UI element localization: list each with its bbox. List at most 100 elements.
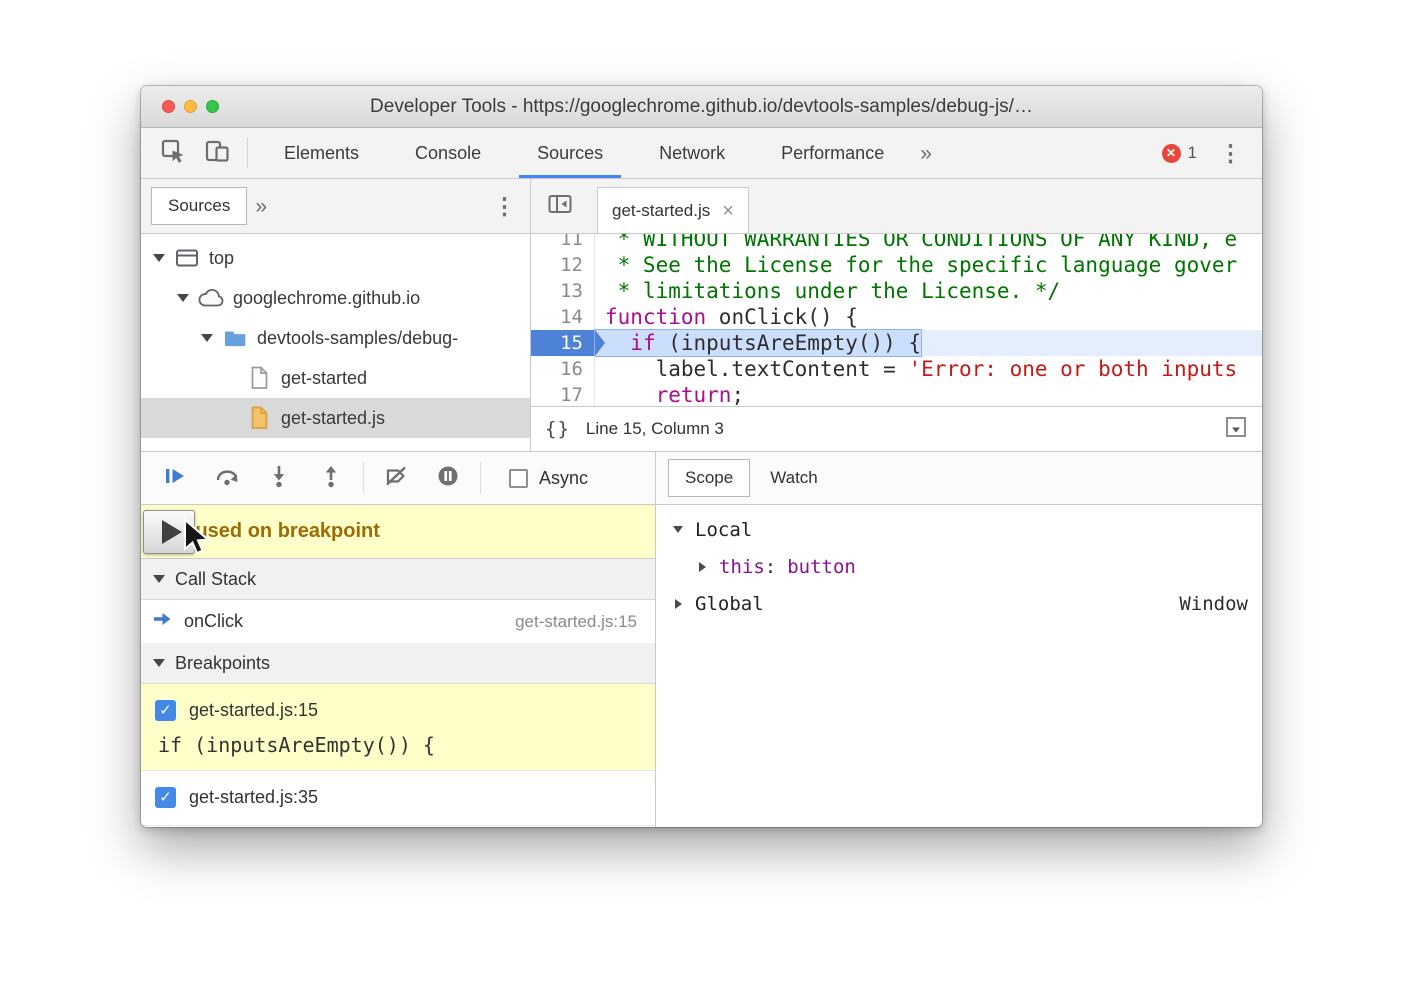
disclosure-triangle[interactable] [175,294,190,302]
line-number-15[interactable]: 15 [531,330,595,356]
step-out-icon [320,464,342,493]
resume-button[interactable] [149,456,201,500]
code-editor[interactable]: 11 * WITHOUT WARRANTIES OR CONDITIONS OF… [531,234,1262,406]
code-text[interactable]: * limitations under the License. */ [595,278,1060,304]
tab-elements[interactable]: Elements [256,128,387,178]
scope-tree: Localthis:buttonGlobalWindow [656,505,1262,622]
disclosure-triangle[interactable] [670,599,686,609]
tab-scope[interactable]: Scope [668,459,750,497]
disclosure-triangle[interactable] [694,562,710,572]
pause-on-exceptions-icon [436,464,460,493]
code-text[interactable]: * See the License for the specific langu… [595,252,1237,278]
tree-item-label: googlechrome.github.io [233,288,420,309]
line-number-13[interactable]: 13 [531,278,595,304]
tab-console[interactable]: Console [387,128,509,178]
disclosure-triangle[interactable] [199,334,214,342]
code-token: label.textContent = [605,357,908,381]
debugger-toolbar: Async [141,452,655,505]
main-toolbar: ElementsConsoleSourcesNetworkPerformance… [141,128,1262,179]
pretty-print-button[interactable]: {} [545,418,570,440]
code-token: if [630,331,655,355]
close-window-button[interactable] [162,100,175,113]
step-over-button[interactable] [201,456,253,500]
zoom-window-button[interactable] [206,100,219,113]
disclosure-triangle[interactable] [670,526,686,533]
editor-options-icon [1224,415,1248,444]
debugger-toolbar-divider [363,462,364,494]
code-token: * limitations under the License. */ [605,279,1060,303]
device-toolbar-icon [204,139,230,168]
titlebar: Developer Tools - https://googlechrome.g… [141,86,1262,128]
debugger-pane: Async Paused on breakpoint Call Stack on… [141,452,656,827]
call-stack-frame-onclick[interactable]: onClickget-started.js:15 [141,600,655,643]
scope-entry-global[interactable]: GlobalWindow [656,585,1262,622]
folder-icon [221,328,249,348]
async-checkbox[interactable] [509,469,528,488]
more-panels-button[interactable]: » [912,143,940,164]
breakpoints-header[interactable]: Breakpoints [141,643,655,684]
breakpoint-row: ✓get-started.js:15 [155,692,641,728]
pause-on-exceptions-button[interactable] [422,456,474,500]
minimize-window-button[interactable] [184,100,197,113]
tree-item-devtools-samples-debug[interactable]: devtools-samples/debug- [141,318,530,358]
debugger-sidebar: Async Paused on breakpoint Call Stack on… [141,452,1262,827]
tab-sources[interactable]: Sources [509,128,631,178]
frame-location[interactable]: get-started.js:15 [515,612,637,632]
disclosure-triangle[interactable] [151,254,166,262]
code-text[interactable]: function onClick() { [595,304,858,330]
file-tree: top googlechrome.github.io devtools-sample… [141,234,530,451]
close-tab-icon[interactable]: × [722,201,734,221]
line-number-12[interactable]: 12 [531,252,595,278]
error-count: 1 [1188,143,1197,163]
tree-item-label: devtools-samples/debug- [257,328,458,349]
code-token: return [656,383,732,406]
breakpoints-title: Breakpoints [175,653,270,674]
expanded-triangle-icon [153,254,165,262]
breakpoints-list: ✓get-started.js:15if (inputsAreEmpty()) … [141,684,655,826]
current-frame-arrow-icon [153,611,173,632]
call-stack-header[interactable]: Call Stack [141,559,655,600]
line-number-17[interactable]: 17 [531,382,595,406]
breakpoint-checkbox[interactable]: ✓ [155,787,176,808]
line-number-16[interactable]: 16 [531,356,595,382]
tab-performance[interactable]: Performance [753,128,912,178]
tree-item-googlechrome-github-io[interactable]: googlechrome.github.io [141,278,530,318]
code-text[interactable]: * WITHOUT WARRANTIES OR CONDITIONS OF AN… [595,234,1237,252]
tab-sources-navigator[interactable]: Sources [151,187,247,225]
more-navigator-tabs-button[interactable]: » [247,196,275,217]
device-toolbar-button[interactable] [195,132,239,174]
breakpoint-checkbox[interactable]: ✓ [155,700,176,721]
console-error-indicator[interactable]: ✕ 1 [1162,143,1197,163]
toggle-navigator-icon [547,193,573,220]
code-text[interactable]: if (inputsAreEmpty()) { [595,330,921,356]
tree-item-get-started-js[interactable]: get-started.js [141,398,530,438]
tree-item-top[interactable]: top [141,238,530,278]
breakpoint-item-get-started-js-35: ✓get-started.js:35 [141,771,655,826]
line-number-11[interactable]: 11 [531,234,595,252]
editor-options-button[interactable] [1224,415,1248,444]
code-text[interactable]: label.textContent = 'Error: one or both … [595,356,1237,382]
scope-entry-this[interactable]: this:button [656,548,1262,585]
inspect-element-button[interactable] [151,132,195,174]
scope-colon: : [765,556,776,578]
code-line-11: 11 * WITHOUT WARRANTIES OR CONDITIONS OF… [531,234,1262,252]
tab-watch[interactable]: Watch [764,460,824,496]
step-into-button[interactable] [253,456,305,500]
step-over-icon [214,465,240,492]
code-line-12: 12 * See the License for the specific la… [531,252,1262,278]
tree-item-get-started[interactable]: get-started [141,358,530,398]
tree-item-label: get-started [281,368,367,389]
editor-tab-get-started-js[interactable]: get-started.js × [597,187,749,233]
toolbar-right: ✕ 1 ⋮ [1162,142,1262,165]
main-menu-button[interactable]: ⋮ [1215,142,1246,165]
code-line-13: 13 * limitations under the License. */ [531,278,1262,304]
line-number-14[interactable]: 14 [531,304,595,330]
code-token: * See the License for the specific langu… [605,253,1237,277]
toggle-navigator-button[interactable] [537,186,583,226]
tab-network[interactable]: Network [631,128,753,178]
navigator-menu-button[interactable]: ⋮ [489,195,520,218]
code-text[interactable]: return; [595,382,744,406]
step-out-button[interactable] [305,456,357,500]
scope-entry-local[interactable]: Local [656,511,1262,548]
deactivate-breakpoints-button[interactable] [370,456,422,500]
